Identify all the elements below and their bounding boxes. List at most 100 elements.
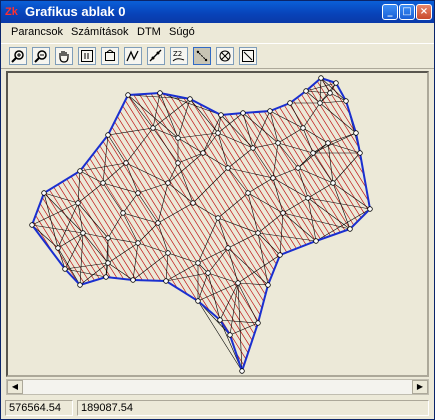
survey-point bbox=[123, 160, 129, 166]
minimize-button[interactable]: _ bbox=[382, 4, 398, 20]
survey-point bbox=[327, 90, 333, 96]
zoom-out-icon bbox=[34, 50, 47, 63]
scroll-left-arrow[interactable]: ◀ bbox=[7, 380, 23, 394]
contour-line bbox=[32, 78, 77, 371]
menu-sugo[interactable]: Súgó bbox=[169, 25, 195, 39]
survey-point bbox=[255, 320, 261, 326]
zoom-in-button[interactable] bbox=[9, 47, 27, 65]
survey-point bbox=[343, 98, 349, 104]
survey-point bbox=[105, 260, 111, 266]
triangle-edge bbox=[242, 112, 279, 144]
contour-line bbox=[8, 73, 28, 375]
triangle-edge bbox=[282, 212, 351, 230]
survey-point bbox=[357, 150, 363, 156]
contour-line bbox=[396, 73, 427, 375]
contour-line bbox=[221, 78, 370, 371]
tin-drawing bbox=[8, 73, 427, 375]
survey-point bbox=[225, 165, 231, 171]
triangle-edge-button[interactable] bbox=[147, 47, 165, 65]
contour-line bbox=[32, 78, 107, 371]
select-points-button[interactable] bbox=[193, 47, 211, 65]
contour-line bbox=[293, 78, 370, 371]
contour-line bbox=[32, 78, 47, 371]
triangle-edges bbox=[31, 77, 371, 372]
zoom-in-icon bbox=[11, 50, 24, 63]
triangle-edge bbox=[189, 98, 219, 134]
survey-point bbox=[163, 278, 169, 284]
clear-button[interactable] bbox=[239, 47, 257, 65]
survey-point bbox=[295, 165, 301, 171]
survey-point bbox=[187, 96, 193, 102]
triangle-edge bbox=[272, 177, 309, 199]
triangle-edge bbox=[207, 247, 229, 274]
close-button[interactable]: × bbox=[416, 4, 432, 20]
survey-point bbox=[105, 235, 111, 241]
triangle-edge bbox=[177, 132, 219, 139]
survey-point bbox=[313, 238, 319, 244]
contour-line bbox=[113, 78, 305, 371]
contour-line bbox=[32, 78, 143, 371]
contour-line bbox=[323, 78, 370, 371]
contour-line bbox=[32, 78, 101, 371]
app-icon: Zk bbox=[5, 6, 18, 18]
contour-line bbox=[8, 73, 10, 375]
contour-line bbox=[32, 78, 221, 371]
zoom-window-button[interactable] bbox=[101, 47, 119, 65]
survey-point bbox=[280, 210, 286, 216]
contour-line bbox=[41, 78, 233, 371]
scroll-right-arrow[interactable]: ▶ bbox=[412, 380, 428, 394]
triangle-edge bbox=[315, 208, 371, 242]
survey-point bbox=[62, 266, 68, 272]
survey-point bbox=[245, 190, 251, 196]
zoom-extent-icon bbox=[81, 50, 93, 62]
menu-dtm[interactable]: DTM bbox=[137, 25, 161, 39]
survey-point bbox=[250, 145, 256, 151]
contour-line bbox=[239, 78, 370, 371]
contour-line bbox=[32, 78, 71, 371]
triangle-edge bbox=[122, 212, 159, 224]
contour-line bbox=[125, 78, 317, 371]
contour-line bbox=[32, 78, 95, 371]
menu-parancsok[interactable]: Parancsok bbox=[11, 25, 63, 39]
triangle-edge bbox=[305, 90, 321, 104]
survey-points bbox=[29, 75, 373, 374]
contour-line bbox=[32, 78, 113, 371]
zoom-extent-button[interactable] bbox=[78, 47, 96, 65]
horizontal-scrollbar[interactable]: ◀ ▶ bbox=[6, 379, 429, 395]
triangle-edge bbox=[269, 110, 279, 144]
contour-line bbox=[408, 73, 427, 375]
zoom-out-button[interactable] bbox=[32, 47, 50, 65]
contour-line bbox=[269, 78, 370, 371]
survey-point bbox=[303, 88, 309, 94]
survey-point bbox=[217, 317, 223, 323]
triangle-edge bbox=[252, 142, 279, 149]
triangle-edge bbox=[247, 192, 284, 214]
contour-line bbox=[155, 78, 347, 371]
survey-point bbox=[135, 190, 141, 196]
title-bar[interactable]: Zk Grafikus ablak 0 _ □ × bbox=[1, 1, 434, 23]
survey-point bbox=[300, 125, 306, 131]
network-button[interactable] bbox=[216, 47, 234, 65]
survey-point bbox=[55, 245, 61, 251]
contour-button[interactable]: Z2 bbox=[170, 47, 188, 65]
survey-point bbox=[367, 206, 373, 212]
triangle-edge bbox=[192, 202, 219, 219]
contour-line bbox=[95, 78, 287, 371]
map-canvas[interactable] bbox=[6, 71, 429, 377]
triangle-edge bbox=[165, 252, 169, 282]
maximize-button[interactable]: □ bbox=[399, 4, 415, 20]
contour-line bbox=[32, 78, 209, 371]
triangle-edge-icon bbox=[149, 49, 162, 62]
menu-szamitasok[interactable]: Számítások bbox=[71, 25, 128, 39]
draw-line-button[interactable] bbox=[124, 47, 142, 65]
triangle-edge bbox=[167, 162, 179, 184]
survey-point bbox=[195, 260, 201, 266]
contour-line bbox=[335, 78, 370, 371]
triangle-edge bbox=[247, 177, 274, 194]
pan-button[interactable] bbox=[55, 47, 73, 65]
survey-point bbox=[318, 75, 324, 81]
draw-line-icon bbox=[126, 50, 139, 62]
status-x-coordinate: 576564.54 bbox=[5, 400, 73, 416]
contour-line bbox=[101, 78, 293, 371]
contour-line bbox=[384, 73, 427, 375]
